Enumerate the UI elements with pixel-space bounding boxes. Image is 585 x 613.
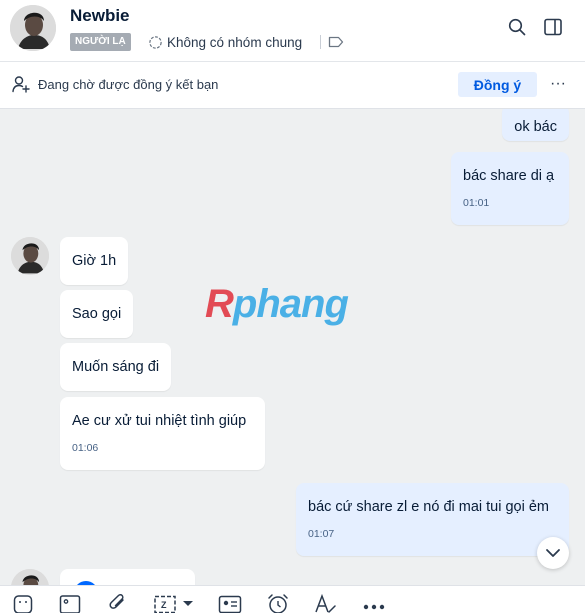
contact-card-icon: [218, 595, 242, 613]
image-icon: [59, 595, 81, 613]
more-icon: [363, 604, 385, 610]
message-bubble[interactable]: Giờ 1h: [60, 237, 129, 285]
image-button[interactable]: [59, 593, 81, 613]
message-time: 01:07: [308, 528, 335, 540]
message-text: Muốn sáng đi: [72, 359, 160, 375]
divider: [320, 35, 321, 49]
search-icon: [508, 18, 526, 36]
message-bubble[interactable]: ok bác: [502, 109, 569, 141]
attachment-button[interactable]: [107, 593, 129, 613]
avatar[interactable]: [11, 237, 49, 275]
screenshot-icon: Z: [154, 595, 193, 613]
sticker-icon: [13, 595, 33, 613]
message-text: Sao gọi: [72, 306, 122, 322]
more-options-button[interactable]: ···: [548, 73, 568, 97]
search-button[interactable]: [505, 15, 529, 39]
message-bubble[interactable]: Ae cư xử tui nhiệt tình giúp 01:06: [60, 397, 265, 470]
composer-toolbar: Z: [0, 585, 585, 613]
chevron-down-icon: [546, 549, 560, 557]
sidebar-toggle-button[interactable]: [541, 15, 565, 39]
contact-card-button[interactable]: [218, 593, 242, 613]
common-groups[interactable]: Không có nhóm chung: [148, 33, 302, 51]
chat-header: Newbie NGƯỜI LẠ Không có nhóm chung: [0, 0, 585, 62]
avatar[interactable]: [10, 5, 56, 51]
stranger-badge: NGƯỜI LẠ: [70, 33, 131, 51]
tag-icon[interactable]: [328, 35, 344, 49]
message-bubble[interactable]: [60, 569, 195, 585]
message-bubble[interactable]: bác share di ạ 01:01: [451, 152, 569, 225]
message-bubble[interactable]: Sao gọi: [60, 290, 134, 338]
text-format-icon: [315, 593, 336, 613]
accept-button[interactable]: Đồng ý: [458, 72, 537, 97]
more-tools-button[interactable]: [362, 593, 386, 613]
message-bubble[interactable]: Muốn sáng đi: [60, 343, 172, 391]
friend-request-text: Đang chờ được đồng ý kết bạn: [38, 77, 219, 92]
reminder-icon: [268, 594, 288, 613]
message-text: Ae cư xử tui nhiệt tình giúp: [72, 413, 247, 429]
message-text: bác cứ share zl e nó đi mai tui gọi ẻm: [308, 499, 550, 515]
contact-name: Newbie: [70, 6, 130, 25]
common-groups-label: Không có nhóm chung: [167, 34, 303, 50]
message-text: ok bác: [514, 119, 557, 135]
message-text: Giờ 1h: [72, 253, 117, 269]
sidebar-toggle-icon: [544, 18, 562, 36]
svg-text:Z: Z: [161, 600, 167, 610]
avatar[interactable]: [11, 569, 49, 585]
reminder-button[interactable]: [266, 593, 290, 613]
attachment-icon: [109, 594, 124, 609]
message-time: 01:01: [463, 197, 490, 209]
screenshot-button[interactable]: Z: [153, 593, 195, 613]
message-list[interactable]: ok bác bác share di ạ 01:01 Giờ 1h Sao g…: [0, 109, 585, 585]
message-text: bác share di ạ: [463, 168, 555, 184]
scroll-down-button[interactable]: [537, 537, 569, 569]
sticker-button[interactable]: [12, 593, 34, 613]
message-bubble[interactable]: bác cứ share zl e nó đi mai tui gọi ẻm 0…: [296, 483, 569, 556]
text-format-button[interactable]: [314, 593, 338, 613]
group-icon: [149, 35, 162, 49]
add-friend-icon: [12, 76, 30, 93]
friend-request-bar: Đang chờ được đồng ý kết bạn Đồng ý ···: [0, 62, 585, 109]
message-time: 01:06: [72, 442, 99, 454]
